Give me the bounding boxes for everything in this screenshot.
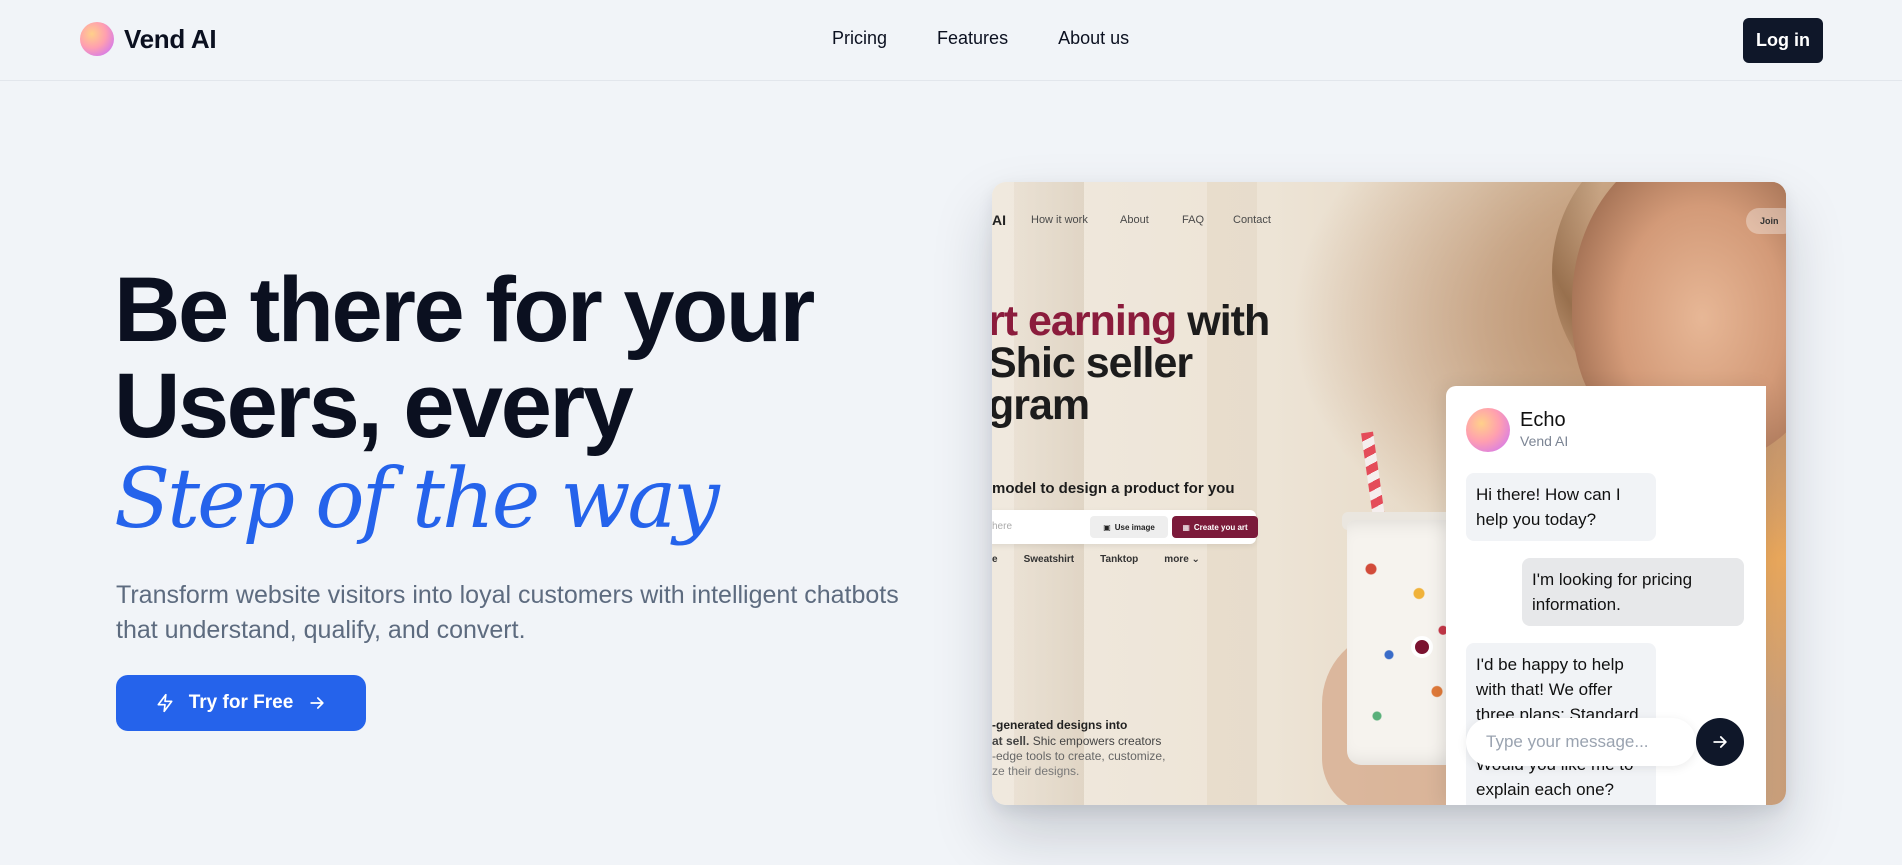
product-preview: AI How it work About FAQ Contact Join rt… (992, 182, 1786, 805)
nav-item-pricing[interactable]: Pricing (832, 28, 887, 49)
preview-nav-link: Contact (1233, 214, 1271, 226)
preview-headline: rt earning with Shic seller gram (992, 297, 1270, 429)
chat-message-bot: Hi there! How can I help you today? (1466, 473, 1656, 541)
preview-model-text: model to design a product for you (992, 480, 1235, 497)
nav-item-features[interactable]: Features (937, 28, 1008, 49)
chat-bot-name: Echo (1520, 409, 1566, 431)
preview-nav-link: About (1120, 214, 1149, 226)
preview-site-nav: AI How it work About FAQ Contact Join (992, 208, 1786, 238)
lightning-icon (157, 693, 173, 713)
grid-icon: ▦ (1182, 522, 1190, 532)
hero-title: Be there for your Users, every (114, 262, 874, 454)
preview-prompt-bar: here ▣ Use image ▦ Create you art (992, 510, 1258, 544)
preview-join-button: Join (1746, 208, 1786, 234)
preview-footer-text: -edge tools to create, customize, (992, 749, 1166, 763)
brand-orb-icon (80, 22, 114, 56)
top-navigation-bar: Vend AI Pricing Features About us Log in (0, 0, 1902, 81)
chat-header: Echo Vend AI (1466, 408, 1568, 452)
hero-title-accent: Step of the way (114, 452, 720, 547)
preview-create-art-button: ▦ Create you art (1172, 516, 1258, 538)
preview-hotspot-marker (1411, 636, 1433, 658)
preview-footer-rest: Shic empowers creators (1029, 734, 1162, 748)
brand-logo[interactable]: Vend AI (80, 22, 217, 56)
preview-tag: Tanktop (1100, 554, 1139, 565)
chat-send-button[interactable] (1696, 718, 1744, 766)
chat-widget: Echo Vend AI Hi there! How can I help yo… (1446, 386, 1766, 805)
try-for-free-button[interactable]: Try for Free (116, 675, 366, 731)
preview-create-art-label: Create you art (1193, 522, 1248, 532)
hero-title-line-1: Be there for your (114, 259, 815, 361)
preview-nav-link: How it work (1031, 214, 1088, 226)
nav-item-about-us[interactable]: About us (1058, 28, 1129, 49)
hero-subtitle: Transform website visitors into loyal cu… (116, 581, 899, 644)
preview-tag: more ⌄ (1164, 554, 1200, 565)
chat-message-input[interactable]: Type your message... (1466, 718, 1696, 766)
preview-use-image-button: ▣ Use image (1090, 516, 1168, 538)
preview-footer-text: at sell. Shic empowers creators (992, 734, 1161, 748)
chat-message-user: I'm looking for pricing information. (1522, 558, 1744, 626)
preview-footer-text: -generated designs into (992, 718, 1128, 732)
preview-tag: e (992, 554, 998, 565)
preview-tag: Sweatshirt (1023, 554, 1075, 565)
preview-footer-bold: at sell. (992, 734, 1030, 748)
preview-site-logo: AI (992, 212, 1006, 228)
preview-headline-line-2: Shic seller (992, 339, 1193, 387)
preview-headline-part: with (1176, 297, 1270, 345)
preview-prompt-placeholder: here (992, 521, 1013, 532)
arrow-right-icon (310, 697, 324, 709)
main-nav: Pricing Features About us (832, 28, 1129, 49)
arrow-right-icon (1713, 736, 1727, 748)
image-icon: ▣ (1103, 522, 1111, 532)
brand-name: Vend AI (124, 23, 217, 54)
chat-bot-subtitle: Vend AI (1520, 433, 1569, 449)
login-button[interactable]: Log in (1743, 18, 1823, 63)
preview-use-image-label: Use image (1114, 522, 1155, 532)
try-for-free-label: Try for Free (188, 692, 294, 713)
preview-footer-text: ze their designs. (992, 764, 1080, 778)
preview-nav-link: FAQ (1182, 214, 1205, 226)
preview-headline-line-3: gram (992, 381, 1090, 429)
preview-product-tags: e Sweatshirt Tanktop more ⌄ (992, 554, 1200, 565)
chat-avatar (1466, 408, 1510, 452)
hero-title-line-2: Users, every (114, 355, 634, 457)
preview-headline-accent: rt earning (992, 297, 1177, 345)
